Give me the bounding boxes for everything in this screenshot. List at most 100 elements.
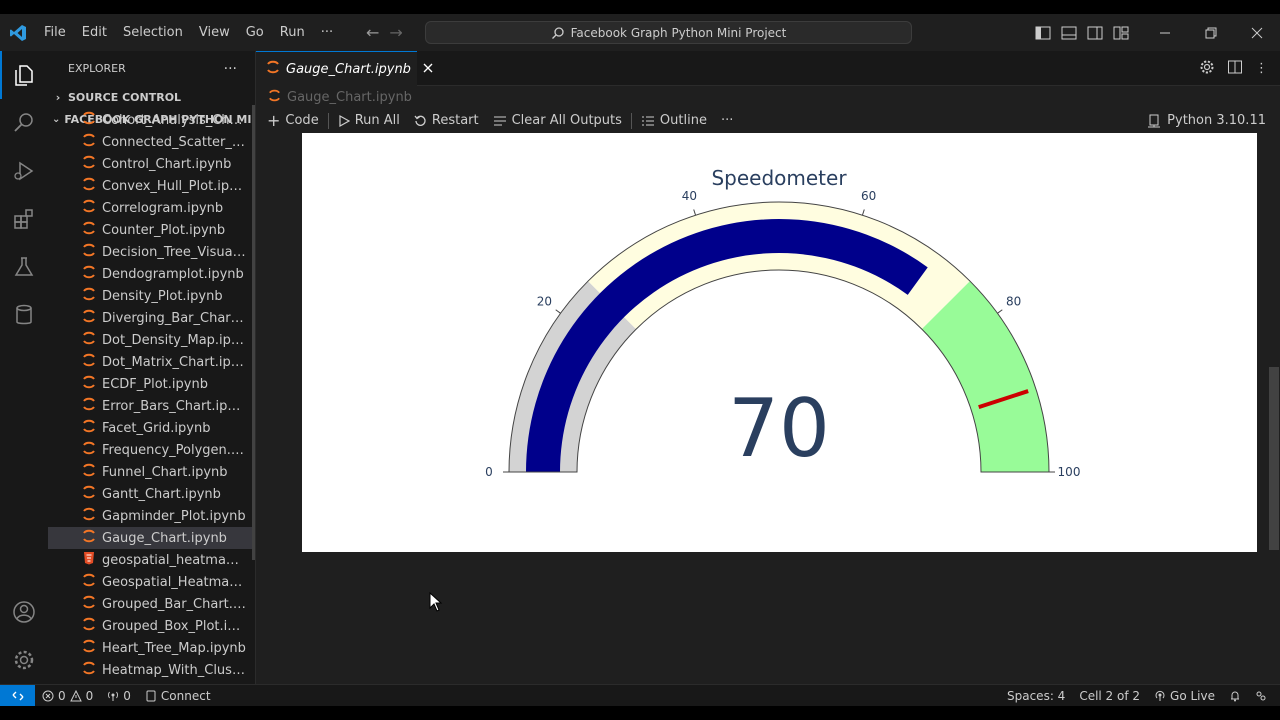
toolbar-divider: [327, 112, 329, 129]
toggle-secondary-sidebar-icon[interactable]: [1082, 14, 1108, 51]
file-item[interactable]: Error_Bars_Chart.ipynb: [48, 395, 255, 417]
more-actions-button[interactable]: ⋮: [1255, 61, 1268, 76]
menu-edit[interactable]: Edit: [74, 14, 115, 51]
back-arrow-icon[interactable]: ←: [366, 23, 379, 42]
toggle-primary-sidebar-icon[interactable]: [1030, 14, 1056, 51]
problems-indicator[interactable]: 0 0: [35, 685, 100, 707]
remote-indicator-icon[interactable]: [0, 684, 35, 707]
outline-button[interactable]: Outline: [634, 108, 714, 133]
database-icon[interactable]: [0, 291, 48, 339]
file-item[interactable]: Geospatial_Heatmap.ip...: [48, 571, 255, 593]
file-item[interactable]: Dot_Density_Map.ipynb: [48, 329, 255, 351]
extensions-icon[interactable]: [0, 195, 48, 243]
file-item[interactable]: Gantt_Chart.ipynb: [48, 483, 255, 505]
menu-file[interactable]: File: [36, 14, 74, 51]
file-item[interactable]: Density_Plot.ipynb: [48, 285, 255, 307]
menu-view[interactable]: View: [191, 14, 238, 51]
run-all-button[interactable]: Run All: [331, 108, 407, 133]
error-count: 0: [58, 688, 66, 703]
file-item[interactable]: Gapminder_Plot.ipynb: [48, 505, 255, 527]
feedback-icon[interactable]: [1248, 685, 1274, 707]
jupyter-icon: [82, 265, 96, 283]
file-item[interactable]: Convex_Hull_Plot.ipynb: [48, 175, 255, 197]
file-name: Dot_Matrix_Chart.ipynb: [102, 354, 247, 370]
customize-layout-icon[interactable]: [1108, 14, 1134, 51]
file-list: Cohort_Analysis_Chart.i... Connected_Scat…: [48, 109, 255, 681]
explorer-more-button[interactable]: ···: [224, 61, 237, 77]
file-item[interactable]: ECDF_Plot.ipynb: [48, 373, 255, 395]
toolbar-more-button[interactable]: ···: [714, 108, 740, 133]
close-window-icon[interactable]: [1234, 14, 1280, 51]
file-item[interactable]: Connected_Scatter_Plot...: [48, 131, 255, 153]
ports-indicator[interactable]: 0: [100, 685, 138, 707]
jupyter-icon: [82, 375, 96, 393]
file-item[interactable]: Grouped_Bar_Chart.ipy...: [48, 593, 255, 615]
connect-button[interactable]: Connect: [138, 685, 218, 707]
file-item[interactable]: Control_Chart.ipynb: [48, 153, 255, 175]
jupyter-icon: [266, 60, 280, 78]
file-item[interactable]: Decision_Tree_Visualisa...: [48, 241, 255, 263]
file-item[interactable]: geospatial_heatmap.html: [48, 549, 255, 571]
cell-indicator[interactable]: Cell 2 of 2: [1072, 685, 1147, 707]
notifications-bell-icon[interactable]: [1222, 685, 1248, 707]
kernel-icon: [1148, 114, 1161, 127]
restart-kernel-button[interactable]: Restart: [407, 108, 486, 133]
restart-label: Restart: [431, 113, 479, 128]
gauge-tick-label: 80: [1006, 295, 1021, 309]
explorer-icon[interactable]: [0, 51, 48, 99]
editor-scrollbar[interactable]: [1269, 367, 1279, 550]
file-item[interactable]: Counter_Plot.ipynb: [48, 219, 255, 241]
menu-selection[interactable]: Selection: [115, 14, 191, 51]
close-tab-icon[interactable]: [423, 62, 433, 77]
add-code-cell-button[interactable]: + Code: [260, 108, 326, 133]
file-name: Heatmap_With_Clusteri...: [102, 662, 247, 678]
file-item[interactable]: Grouped_Box_Plot.ipynb: [48, 615, 255, 637]
clear-outputs-label: Clear All Outputs: [511, 113, 622, 128]
file-item[interactable]: Frequency_Polygen.ipy...: [48, 439, 255, 461]
source-control-section[interactable]: › SOURCE CONTROL: [48, 86, 255, 108]
title-bar: File Edit Selection View Go Run ··· ← → …: [0, 14, 1280, 51]
file-item[interactable]: Heatmap_With_Clusteri...: [48, 659, 255, 681]
file-item[interactable]: Correlogram.ipynb: [48, 197, 255, 219]
clear-all-outputs-button[interactable]: Clear All Outputs: [486, 108, 629, 133]
file-item[interactable]: Cohort_Analysis_Chart.i...: [48, 109, 255, 131]
kernel-picker[interactable]: Python 3.10.11: [1147, 108, 1266, 133]
split-editor-icon[interactable]: [1227, 59, 1243, 79]
file-item[interactable]: Dot_Matrix_Chart.ipynb: [48, 351, 255, 373]
go-live-button[interactable]: Go Live: [1147, 685, 1222, 707]
file-item[interactable]: Diverging_Bar_Chart.ip...: [48, 307, 255, 329]
notebook-settings-gear-icon[interactable]: [1199, 59, 1215, 79]
activity-bar: [0, 51, 48, 684]
file-item[interactable]: Funnel_Chart.ipynb: [48, 461, 255, 483]
forward-arrow-icon[interactable]: →: [389, 23, 402, 42]
run-debug-icon[interactable]: [0, 147, 48, 195]
file-item[interactable]: Gauge_Chart.ipynb: [48, 527, 255, 549]
restore-icon[interactable]: [1188, 14, 1234, 51]
menu-go[interactable]: Go: [238, 14, 272, 51]
tab-gauge-chart[interactable]: Gauge_Chart.ipynb: [256, 51, 433, 86]
command-center-search[interactable]: Facebook Graph Python Mini Project: [425, 21, 912, 44]
indentation-indicator[interactable]: Spaces: 4: [1000, 685, 1072, 707]
broadcast-icon: [1155, 690, 1165, 701]
file-item[interactable]: Heart_Tree_Map.ipynb: [48, 637, 255, 659]
jupyter-icon: [82, 243, 96, 261]
breadcrumb-file[interactable]: Gauge_Chart.ipynb: [287, 90, 412, 105]
testing-flask-icon[interactable]: [0, 243, 48, 291]
html-file-icon: [82, 551, 96, 569]
toggle-panel-icon[interactable]: [1056, 14, 1082, 51]
file-name: Error_Bars_Chart.ipynb: [102, 398, 247, 414]
notebook-toolbar: + Code Run All Restart Clear All Outputs…: [256, 108, 1280, 133]
jupyter-icon: [82, 485, 96, 503]
jupyter-icon: [82, 111, 96, 129]
search-view-icon[interactable]: [0, 99, 48, 147]
menu-more[interactable]: ···: [313, 14, 341, 51]
file-item[interactable]: Dendogramplot.ipynb: [48, 263, 255, 285]
minimize-icon[interactable]: [1142, 14, 1188, 51]
accounts-icon[interactable]: [0, 588, 48, 636]
manage-gear-icon[interactable]: [0, 636, 48, 684]
file-name: Grouped_Bar_Chart.ipy...: [102, 596, 247, 612]
search-icon: [551, 26, 564, 39]
file-item[interactable]: Facet_Grid.ipynb: [48, 417, 255, 439]
jupyter-icon: [82, 573, 96, 591]
menu-run[interactable]: Run: [272, 14, 313, 51]
